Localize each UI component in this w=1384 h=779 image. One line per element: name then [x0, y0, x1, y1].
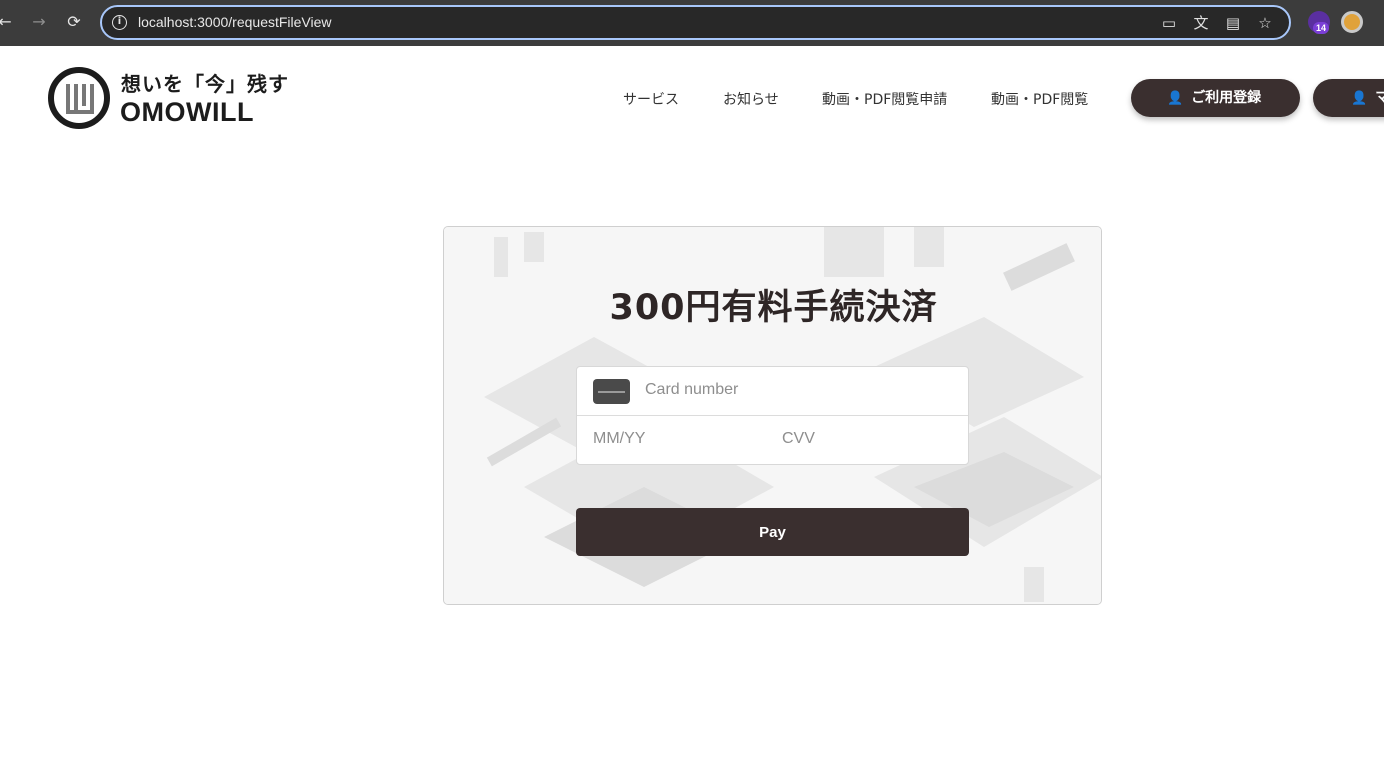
logo-mark-icon[interactable] [48, 67, 110, 129]
nav-view[interactable]: 動画・PDF閲覧 [991, 89, 1088, 109]
logo-tagline[interactable]: 想いを「今」残す [121, 68, 289, 97]
card-icon[interactable]: ▤ [1223, 13, 1243, 33]
extension-badge: 14 [1313, 22, 1330, 34]
user-icon: 👤 [1351, 91, 1368, 106]
register-button[interactable]: 👤 ご利用登録 [1131, 79, 1300, 117]
nav-news[interactable]: お知らせ [723, 89, 779, 109]
url-text[interactable]: localhost:3000/requestFileView [138, 14, 332, 30]
payment-card: 300円有料手続決済 Pay [443, 226, 1102, 605]
reload-icon[interactable]: ⟳ [63, 11, 85, 33]
forward-icon[interactable]: → [28, 11, 50, 33]
pay-button[interactable]: Pay [576, 508, 969, 556]
card-number-row [577, 367, 968, 416]
credit-card-icon [593, 379, 630, 404]
install-app-icon[interactable]: ▭ [1159, 13, 1179, 33]
nav-apply[interactable]: 動画・PDF閲覧申請 [822, 89, 947, 109]
address-bar[interactable]: i localhost:3000/requestFileView ▭ 文 ▤ ☆ [100, 5, 1291, 40]
logo-name[interactable]: OMOWILL [120, 97, 254, 128]
mypage-button[interactable]: 👤 マ [1313, 79, 1384, 117]
expiry-input[interactable] [593, 430, 763, 448]
register-label: ご利用登録 [1191, 90, 1262, 106]
card-number-input[interactable] [645, 381, 955, 399]
cvv-input[interactable] [782, 430, 952, 448]
translate-icon[interactable]: 文 [1191, 13, 1211, 33]
mypage-label: マ [1375, 90, 1384, 106]
back-icon[interactable]: ← [0, 11, 16, 33]
card-form [576, 366, 969, 465]
payment-title: 300円有料手続決済 [609, 288, 938, 328]
nav-service[interactable]: サービス [623, 89, 679, 109]
site-header: 想いを「今」残す OMOWILL サービス お知らせ 動画・PDF閲覧申請 動画… [0, 46, 1384, 146]
user-plus-icon: 👤 [1167, 91, 1184, 106]
browser-toolbar: ← → ⟳ i localhost:3000/requestFileView ▭… [0, 0, 1384, 46]
profile-avatar-icon[interactable] [1341, 11, 1363, 33]
bookmark-star-icon[interactable]: ☆ [1255, 13, 1275, 33]
site-info-icon[interactable]: i [112, 15, 127, 30]
